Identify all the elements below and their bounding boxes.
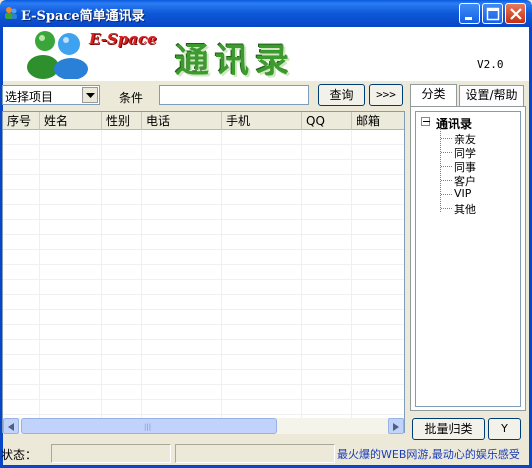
tree-line (441, 180, 452, 181)
status-bar: 状态： 最火爆的WEB网游,最动心的娱乐感受 (1, 443, 529, 465)
table-row[interactable] (3, 160, 404, 175)
table-row[interactable] (3, 340, 404, 355)
category-panel: 通讯录 亲友 同学 同事 客户 VIP 其他 (410, 106, 526, 411)
status-pane (175, 444, 335, 463)
tree-item-other[interactable]: 其他 (454, 201, 476, 217)
close-button[interactable] (505, 3, 526, 24)
horizontal-scrollbar[interactable]: ||| (3, 418, 404, 434)
field-select[interactable]: 选择项目 (2, 85, 100, 105)
maximize-button[interactable] (482, 3, 503, 24)
table-row[interactable] (3, 295, 404, 310)
tree-line (440, 128, 441, 212)
contacts-table[interactable]: 序号 姓名 性别 电话 手机 QQ 邮箱 (2, 111, 405, 433)
collapse-icon[interactable] (421, 117, 430, 126)
tree-line (441, 166, 452, 167)
table-row[interactable] (3, 325, 404, 340)
column-header-name[interactable]: 姓名 (40, 112, 102, 130)
title-bar[interactable]: E-Space简单通讯录 (0, 0, 532, 27)
table-header: 序号 姓名 性别 电话 手机 QQ 邮箱 (3, 112, 404, 130)
table-row[interactable] (3, 355, 404, 370)
condition-label: 条件 (119, 91, 144, 105)
query-button[interactable]: 查询 (318, 84, 365, 106)
table-row[interactable] (3, 250, 404, 265)
tab-settings-help[interactable]: 设置/帮助 (459, 85, 524, 106)
tree-line (441, 152, 452, 153)
column-header-mobile[interactable]: 手机 (222, 112, 302, 130)
table-row[interactable] (3, 235, 404, 250)
table-row[interactable] (3, 205, 404, 220)
y-button[interactable]: Y (488, 418, 521, 440)
table-row[interactable] (3, 145, 404, 160)
grip-icon: ||| (144, 423, 152, 431)
tree-item-vip[interactable]: VIP (454, 187, 471, 200)
tree-root-contacts[interactable]: 通讯录 (436, 115, 472, 132)
column-header-index[interactable]: 序号 (3, 112, 40, 130)
table-row[interactable] (3, 400, 404, 415)
scroll-right-icon[interactable] (388, 418, 404, 434)
condition-input[interactable] (159, 85, 309, 105)
table-row[interactable] (3, 265, 404, 280)
scroll-thumb[interactable]: ||| (21, 418, 277, 434)
column-header-email[interactable]: 邮箱 (352, 112, 404, 130)
table-row[interactable] (3, 280, 404, 295)
category-tree[interactable]: 通讯录 亲友 同学 同事 客户 VIP 其他 (415, 111, 521, 407)
tree-line (441, 208, 452, 209)
column-header-qq[interactable]: QQ (302, 112, 352, 130)
version-label: V2.0 (477, 58, 504, 71)
banner-title: 通讯录 (175, 41, 295, 81)
tree-line (441, 138, 452, 139)
table-row[interactable] (3, 175, 404, 190)
table-row[interactable] (3, 130, 404, 145)
table-row[interactable] (3, 220, 404, 235)
app-icon (5, 7, 17, 19)
window-title: E-Space简单通讯录 (21, 9, 145, 24)
minimize-button[interactable] (459, 3, 480, 24)
scroll-left-icon[interactable] (3, 418, 19, 434)
people-logo-icon (27, 31, 88, 79)
tree-line (441, 194, 452, 195)
brand-logo-text: E-Space (89, 30, 157, 48)
tab-category[interactable]: 分类 (410, 84, 457, 107)
table-row[interactable] (3, 370, 404, 385)
column-header-phone[interactable]: 电话 (142, 112, 222, 130)
banner: E-Space 通讯录 V2.0 (3, 27, 529, 81)
status-pane (51, 444, 171, 463)
status-message[interactable]: 最火爆的WEB网游,最动心的娱乐感受 (337, 446, 520, 462)
table-row[interactable] (3, 190, 404, 205)
batch-categorize-button[interactable]: 批量归类 (412, 418, 485, 440)
more-button[interactable]: >>> (369, 84, 403, 106)
table-row[interactable] (3, 385, 404, 400)
column-header-gender[interactable]: 性别 (102, 112, 142, 130)
table-row[interactable] (3, 310, 404, 325)
chevron-down-icon[interactable] (82, 87, 98, 103)
field-select-value: 选择项目 (5, 90, 54, 104)
status-label: 状态： (1, 448, 38, 462)
